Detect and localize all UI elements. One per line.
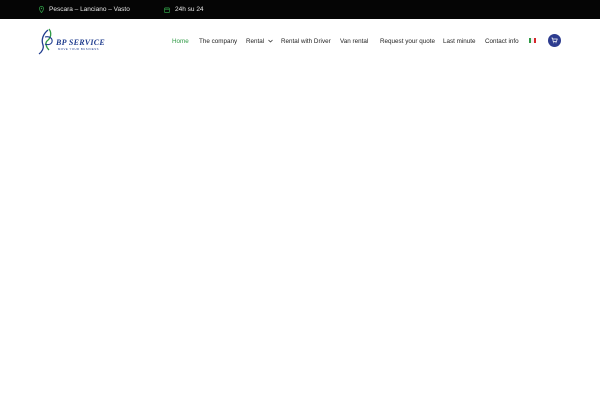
nav-rental-label: Rental: [246, 38, 265, 45]
main-content: [0, 65, 600, 400]
nav-the-company[interactable]: The company: [199, 37, 237, 46]
nav-request-quote[interactable]: Request your quote: [380, 37, 435, 46]
nav-contact-info[interactable]: Contact info: [485, 37, 519, 46]
nav-home[interactable]: Home: [172, 37, 189, 46]
topbar-hours-text: 24h su 24: [175, 6, 204, 13]
topbar-location: Pescara – Lanciano – Vasto: [39, 0, 130, 19]
italy-flag-icon[interactable]: [529, 38, 536, 43]
topbar-location-text: Pescara – Lanciano – Vasto: [49, 6, 130, 13]
cart-button[interactable]: [548, 34, 561, 47]
main-nav: Home The company Rental Rental with Driv…: [0, 19, 600, 65]
map-pin-icon: [39, 6, 44, 13]
calendar-icon: [164, 6, 170, 13]
nav-van-rental[interactable]: Van rental: [340, 37, 368, 46]
top-bar: Pescara – Lanciano – Vasto 24h su 24: [0, 0, 600, 19]
nav-rental[interactable]: Rental: [246, 37, 273, 46]
topbar-hours: 24h su 24: [164, 0, 204, 19]
nav-last-minute[interactable]: Last minute: [443, 37, 476, 46]
nav-rental-with-driver[interactable]: Rental with Driver: [281, 37, 331, 46]
chevron-down-icon: [268, 40, 273, 43]
site-header: BP SERVICE move your business Home The c…: [0, 19, 600, 65]
cart-icon: [551, 37, 558, 44]
